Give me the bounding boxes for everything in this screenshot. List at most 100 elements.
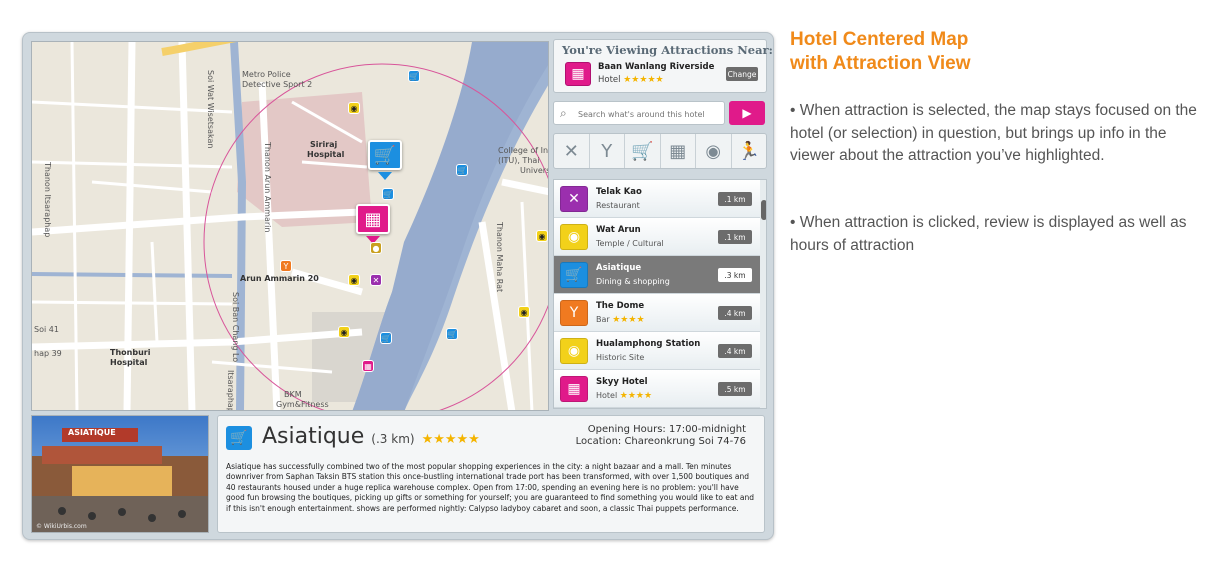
attraction-photo: ASIATIQUE © WikiUrbis.com: [31, 415, 209, 533]
attraction-name: The Dome: [596, 301, 645, 311]
filter-bar-icon[interactable]: Y: [590, 134, 625, 168]
bar-icon: Y: [560, 300, 588, 326]
hotel-icon: ▦: [565, 62, 591, 86]
map-label-itsaraphap-44: Itsaraphap 44: [226, 370, 235, 411]
map-label-arun-amarin-road: Thanon Arun Ammarin: [263, 142, 272, 233]
attraction-row-selected[interactable]: 🛒 Asiatique Dining & shopping .3 km: [554, 256, 760, 294]
map-label-metro-police-1: Metro Police: [242, 70, 291, 79]
shopping-map-pin[interactable]: 🛒: [446, 328, 458, 340]
attraction-stars: ★★★★: [619, 391, 653, 401]
camera-map-pin[interactable]: ◉: [348, 274, 360, 286]
camera-map-pin[interactable]: ◉: [348, 102, 360, 114]
attraction-row[interactable]: ◉ Wat Arun Temple / Cultural .1 km: [554, 218, 760, 256]
app-frame: Metro Police Detective Sport 2 Siriraj H…: [22, 32, 774, 540]
camera-map-pin[interactable]: ◉: [338, 326, 350, 338]
attraction-photo-image: [32, 416, 208, 532]
attraction-type: Historic Site: [596, 353, 645, 362]
attraction-distance: .1 km: [718, 230, 752, 244]
attraction-name: Wat Arun: [596, 225, 641, 235]
search-box: ⌕: [553, 101, 725, 125]
attraction-distance: .4 km: [718, 306, 752, 320]
search-go-button[interactable]: ▶: [729, 101, 765, 125]
scrollbar-thumb[interactable]: [761, 200, 766, 220]
map-label-thanon-itsaraphap: Thanon Itsaraphap: [43, 162, 52, 238]
attraction-type-label: Bar: [596, 315, 610, 324]
attraction-distance: .1 km: [718, 192, 752, 206]
map-label-arun-amarin: Arun Ammarin 20: [240, 274, 319, 283]
map-label-college-2: (ITU), Thai: [498, 156, 540, 165]
camera-map-pin[interactable]: ◉: [518, 306, 530, 318]
shopping-map-pin[interactable]: 🛒: [408, 70, 420, 82]
detail-description: Asiatique has successfully combined two …: [226, 462, 755, 513]
attraction-list: ✕ Telak Kao Restaurant .1 km ◉ Wat Arun …: [553, 179, 767, 409]
change-hotel-button[interactable]: Change: [726, 67, 758, 81]
map-label-soi-ban-chang: Soi Ban Chang Lo: [231, 292, 240, 363]
viewing-hotel-type: Hotel ★★★★★: [598, 75, 664, 85]
map-label-hap-39: hap 39: [34, 349, 62, 358]
attraction-type-label: Hotel: [596, 391, 618, 400]
map-label-college-3: Univers: [520, 166, 549, 175]
selected-shopping-map-pin[interactable]: 🛒: [368, 140, 402, 170]
detail-name: Asiatique: [262, 424, 365, 449]
viewing-hotel-stars: ★★★★★: [623, 75, 664, 85]
annotation-title-line2: with Attraction View: [790, 53, 971, 74]
photo-credit: © WikiUrbis.com: [36, 523, 87, 530]
map-label-siriraj-1: Siriraj: [310, 140, 338, 149]
annotation-title-line1: Hotel Centered Map: [790, 29, 969, 50]
attraction-type: Dining & shopping: [596, 277, 670, 286]
attraction-detail-panel: 🛒 Asiatique (.3 km) ★★★★★ Opening Hours:…: [217, 415, 765, 533]
photo-sign-text: ASIATIQUE: [68, 428, 116, 437]
annotation-title: Hotel Centered Map with Attraction View: [790, 28, 1210, 76]
restaurant-icon: ✕: [560, 186, 588, 212]
category-filter-bar: ✕ Y 🛒 ▦ ◉ 🏃: [553, 133, 767, 169]
filter-restaurant-icon[interactable]: ✕: [554, 134, 590, 168]
shopping-map-pin[interactable]: 🛒: [382, 188, 394, 200]
map-label-gym: Gym&Fitness: [276, 400, 329, 409]
attraction-distance: .4 km: [718, 344, 752, 358]
restaurant-map-pin[interactable]: ✕: [370, 274, 382, 286]
shopping-map-pin[interactable]: 🛒: [380, 332, 392, 344]
attraction-row[interactable]: Y The Dome Bar ★★★★ .4 km: [554, 294, 760, 332]
detail-stars: ★★★★★: [421, 432, 480, 447]
viewing-hotel-name: Baan Wanlang Riverside: [598, 62, 715, 72]
attraction-stars: ★★★★: [612, 315, 645, 325]
map-label-bkm: BKM: [284, 390, 302, 399]
filter-shopping-icon[interactable]: 🛒: [625, 134, 661, 168]
list-scrollbar[interactable]: [760, 180, 766, 408]
attraction-row[interactable]: ◉ Hualamphong Station Historic Site .4 k…: [554, 332, 760, 370]
filter-hotel-icon[interactable]: ▦: [661, 134, 696, 168]
viewing-title: You're Viewing Attractions Near:: [562, 43, 773, 57]
hotel-map-pin[interactable]: ▦: [356, 204, 390, 234]
camera-map-pin[interactable]: ◉: [536, 230, 548, 242]
map-label-metro-police-2: Detective Sport 2: [242, 80, 313, 89]
camera-icon: ◉: [560, 338, 588, 364]
attraction-name: Hualamphong Station: [596, 339, 701, 349]
attraction-name: Telak Kao: [596, 187, 642, 197]
attraction-row[interactable]: ▦ Skyy Hotel Hotel ★★★★ .5 km: [554, 370, 760, 408]
attraction-distance: .5 km: [718, 382, 752, 396]
detail-location: Location: Chareonkrung Soi 74-76: [575, 436, 746, 447]
map-label-siriraj-2: Hospital: [307, 150, 345, 159]
search-input[interactable]: [578, 106, 723, 122]
attraction-panel: You're Viewing Attractions Near: ▦ Baan …: [553, 39, 773, 413]
map-view[interactable]: Metro Police Detective Sport 2 Siriraj H…: [31, 41, 549, 411]
filter-sport-icon[interactable]: 🏃: [732, 134, 767, 168]
map-label-thanon-maha-rat: Thanon Maha Rat: [495, 222, 504, 293]
detail-title: Asiatique (.3 km) ★★★★★: [262, 424, 480, 449]
search-icon: ⌕: [560, 106, 567, 120]
detail-opening-hours: Opening Hours: 17:00-midnight: [587, 424, 746, 435]
attraction-row[interactable]: ✕ Telak Kao Restaurant .1 km: [554, 180, 760, 218]
attraction-type: Temple / Cultural: [596, 239, 664, 248]
map-label-soi-wisetsakan: Soi Wat Wisetsakan: [206, 70, 215, 149]
annotation-bullet-2: • When attraction is clicked, review is …: [790, 214, 1187, 254]
hotel-map-pin-small[interactable]: ▦: [362, 360, 374, 372]
viewing-near-box: You're Viewing Attractions Near: ▦ Baan …: [553, 39, 773, 93]
map-label-thonburi-2: Hospital: [110, 358, 148, 367]
attraction-distance: .3 km: [718, 268, 752, 282]
attraction-type: Restaurant: [596, 201, 640, 210]
annotation-bullet-1: • When attraction is selected, the map s…: [790, 102, 1197, 164]
bar-map-pin[interactable]: Y: [280, 260, 292, 272]
shopping-map-pin[interactable]: 🛒: [456, 164, 468, 176]
shopping-icon: 🛒: [226, 426, 252, 450]
filter-camera-icon[interactable]: ◉: [696, 134, 732, 168]
